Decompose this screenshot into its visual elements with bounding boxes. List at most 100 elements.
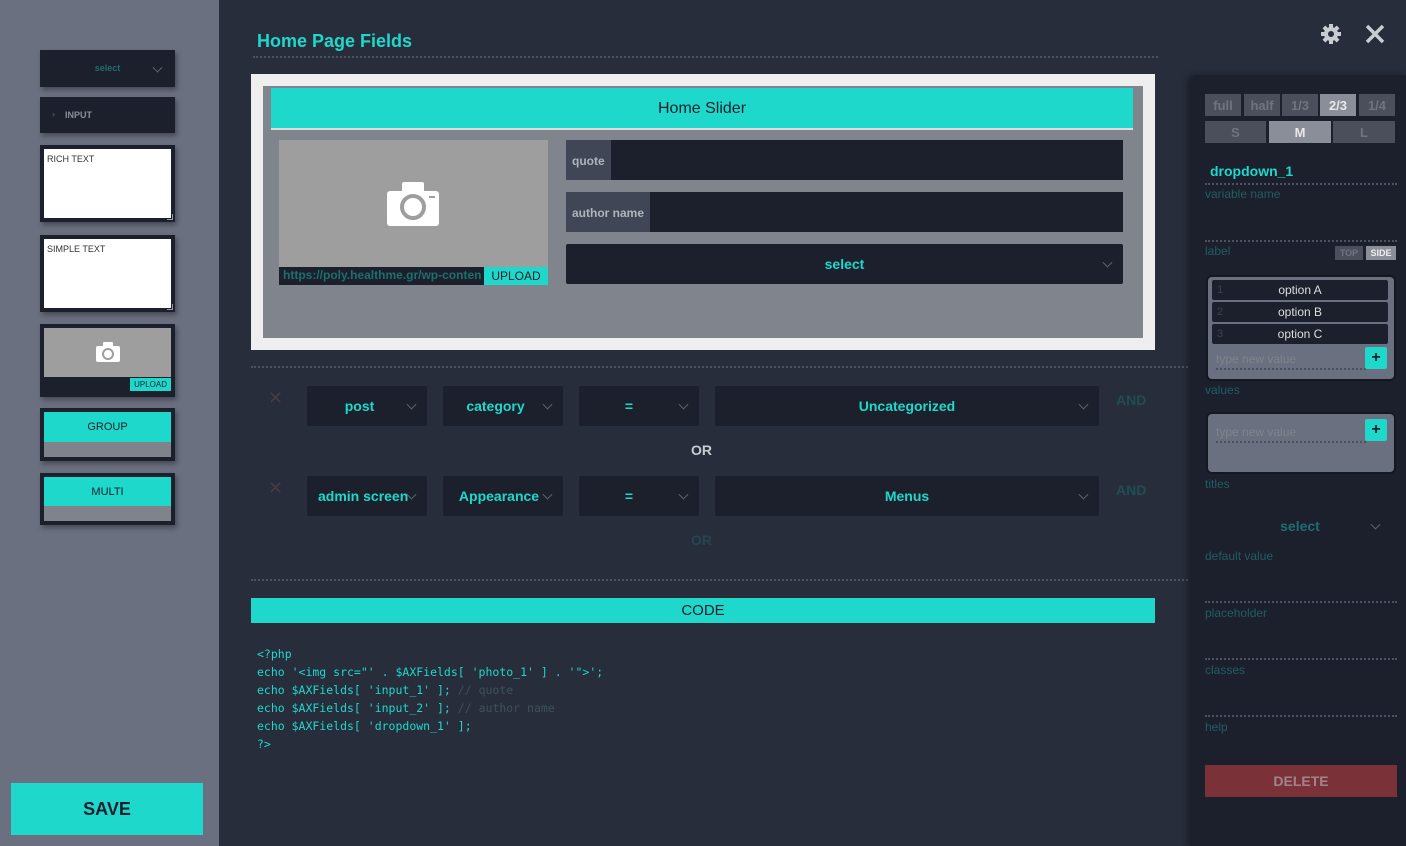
image-field[interactable]: https://poly.healthme.gr/wp-conten UPLOA… <box>279 140 548 285</box>
image-url-input[interactable]: https://poly.healthme.gr/wp-conten <box>279 267 484 285</box>
group-title[interactable]: Home Slider <box>271 88 1133 130</box>
help-label: help <box>1205 720 1228 734</box>
value-item[interactable]: 2 option B <box>1212 302 1388 322</box>
select-value: admin screen <box>318 488 409 504</box>
gear-icon[interactable] <box>1320 23 1342 45</box>
help-input[interactable] <box>1205 715 1397 717</box>
save-button[interactable]: SAVE <box>11 783 203 835</box>
condition-type-select[interactable]: admin screen <box>307 476 427 516</box>
condition-operator-select[interactable]: = <box>579 386 699 426</box>
condition-param-select[interactable]: Appearance <box>443 476 563 516</box>
add-value-button[interactable]: + <box>1365 347 1387 369</box>
classes-input[interactable] <box>1205 658 1397 660</box>
default-value-select[interactable]: select <box>1205 514 1395 538</box>
delete-button[interactable]: DELETE <box>1205 765 1397 797</box>
value-item[interactable]: 3 option C <box>1212 324 1388 344</box>
width-full-button[interactable]: full <box>1205 94 1241 116</box>
variable-name-input[interactable]: dropdown_1 <box>1210 163 1293 179</box>
simple-text-preview: SIMPLE TEXT <box>44 239 171 308</box>
select-value: = <box>624 398 634 414</box>
values-label: values <box>1205 383 1240 397</box>
quote-label: quote <box>566 140 611 180</box>
preview-select-dropdown[interactable]: select <box>566 244 1123 284</box>
group-body <box>44 442 171 457</box>
value-index: 3 <box>1217 328 1224 340</box>
divider <box>251 579 1188 581</box>
condition-operator-select[interactable]: = <box>579 476 699 516</box>
condition-type-select[interactable]: post <box>307 386 427 426</box>
label-label: label <box>1205 244 1231 258</box>
code-line: <?php <box>257 647 292 661</box>
condition-param-select[interactable]: category <box>443 386 563 426</box>
value-index: 1 <box>1217 284 1224 296</box>
chevron-down-icon <box>1102 257 1113 268</box>
palette-select-widget[interactable]: select <box>40 50 175 87</box>
chevron-down-icon <box>678 489 689 500</box>
palette-multi-label: MULTI <box>44 477 171 506</box>
remove-condition-icon[interactable]: ✕ <box>268 478 283 499</box>
code-line: echo $AXFields[ 'input_2' ]; // author n… <box>257 701 555 715</box>
remove-condition-icon[interactable]: ✕ <box>268 388 283 409</box>
camera-icon <box>96 342 120 362</box>
condition-value-select[interactable]: Uncategorized <box>715 386 1099 426</box>
values-list: 1 option A 2 option B 3 option C type new v… <box>1208 277 1394 379</box>
label-side-toggle[interactable]: SIDE <box>1366 246 1396 260</box>
palette-group-label: GROUP <box>44 412 171 442</box>
width-half-button[interactable]: half <box>1244 94 1280 116</box>
add-title-button[interactable]: + <box>1365 419 1387 441</box>
chevron-down-icon <box>1370 519 1381 530</box>
width-quarter-button[interactable]: 1/4 <box>1359 94 1395 116</box>
and-button[interactable]: AND <box>1116 482 1146 498</box>
or-separator: OR <box>691 442 712 458</box>
palette-image-widget[interactable]: UPLOAD <box>40 324 175 397</box>
condition-value-select[interactable]: Menus <box>715 476 1099 516</box>
multi-body <box>44 506 171 521</box>
width-two-thirds-button[interactable]: 2/3 <box>1320 94 1356 116</box>
add-or-button[interactable]: OR <box>691 532 712 548</box>
upload-button[interactable]: UPLOAD <box>484 267 548 285</box>
label-top-toggle[interactable]: TOP <box>1335 246 1363 260</box>
width-third-button[interactable]: 1/3 <box>1282 94 1318 116</box>
author-name-input[interactable]: author name <box>566 192 1123 232</box>
palette-multi-widget[interactable]: MULTI <box>40 473 175 525</box>
select-value: Appearance <box>458 488 540 504</box>
code-line: ?> <box>257 737 271 751</box>
default-value-label: default value <box>1205 549 1274 563</box>
size-m-button[interactable]: M <box>1269 121 1331 143</box>
resize-grip-icon <box>167 304 173 310</box>
classes-label: classes <box>1205 663 1246 677</box>
and-button[interactable]: AND <box>1116 392 1146 408</box>
palette-rich-text-widget[interactable]: RICH TEXT <box>40 145 175 222</box>
chevron-right-icon: › <box>52 109 55 119</box>
palette-input-label: INPUT <box>65 110 92 120</box>
palette-input-widget[interactable]: › INPUT <box>40 97 175 133</box>
palette-simple-text-widget[interactable]: SIMPLE TEXT <box>40 235 175 312</box>
author-name-label: author name <box>566 192 650 232</box>
page-title: Home Page Fields <box>257 31 413 51</box>
divider <box>251 366 1188 368</box>
label-input[interactable] <box>1205 240 1397 242</box>
code-line: echo $AXFields[ 'input_1' ]; // quote <box>257 683 513 697</box>
divider <box>253 56 1158 58</box>
code-line: echo $AXFields[ 'dropdown_1' ]; <box>257 719 472 733</box>
size-l-button[interactable]: L <box>1333 121 1395 143</box>
new-value-input[interactable]: type new value <box>1216 352 1366 370</box>
chevron-down-icon <box>678 399 689 410</box>
chevron-down-icon <box>1078 399 1089 410</box>
resize-grip-icon <box>167 214 173 220</box>
palette-group-widget[interactable]: GROUP <box>40 408 175 461</box>
new-title-input[interactable]: type new value <box>1216 425 1366 443</box>
quote-input[interactable]: quote <box>566 140 1123 180</box>
select-value: = <box>624 488 634 504</box>
placeholder-input[interactable] <box>1205 601 1397 603</box>
code-text: echo $AXFields[ 'input_2' ]; <box>257 701 458 715</box>
image-placeholder <box>44 328 171 377</box>
field-palette-sidebar: select › INPUT RICH TEXT SIMPLE TEXT UPL… <box>0 0 219 846</box>
value-item[interactable]: 1 option A <box>1212 280 1388 300</box>
chevron-down-icon <box>1078 489 1089 500</box>
select-value: Uncategorized <box>858 398 956 414</box>
size-s-button[interactable]: S <box>1205 121 1266 143</box>
value-text: option A <box>1278 283 1322 297</box>
close-icon[interactable] <box>1365 24 1385 44</box>
divider <box>1205 183 1397 185</box>
